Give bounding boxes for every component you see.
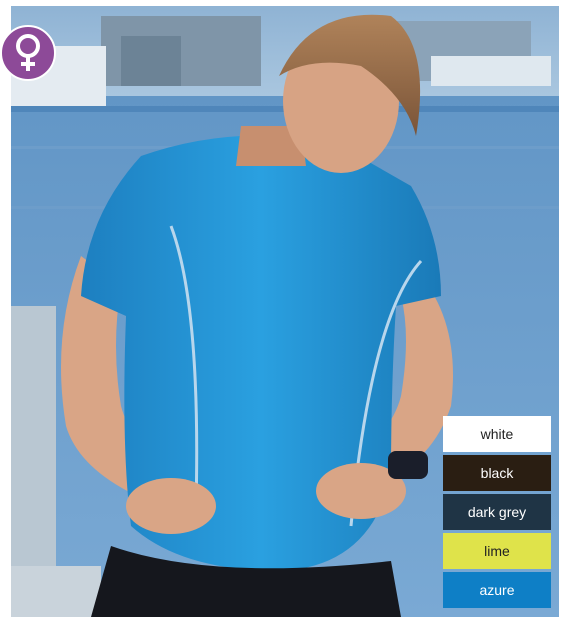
- color-swatch-azure[interactable]: azure: [443, 572, 551, 608]
- color-swatch-white[interactable]: white: [443, 416, 551, 452]
- swatch-label: white: [480, 426, 514, 442]
- female-badge: [0, 25, 56, 81]
- swatch-label: lime: [484, 543, 510, 559]
- swatch-label: black: [480, 465, 514, 481]
- female-symbol-icon: [16, 34, 40, 71]
- color-swatch-dark-grey[interactable]: dark grey: [443, 494, 551, 530]
- swatch-label: dark grey: [467, 504, 527, 520]
- color-swatch-list: white black dark grey lime azure: [443, 416, 551, 611]
- swatch-label: azure: [479, 582, 515, 598]
- color-swatch-lime[interactable]: lime: [443, 533, 551, 569]
- product-page: white black dark grey lime azure: [0, 0, 565, 623]
- color-swatch-black[interactable]: black: [443, 455, 551, 491]
